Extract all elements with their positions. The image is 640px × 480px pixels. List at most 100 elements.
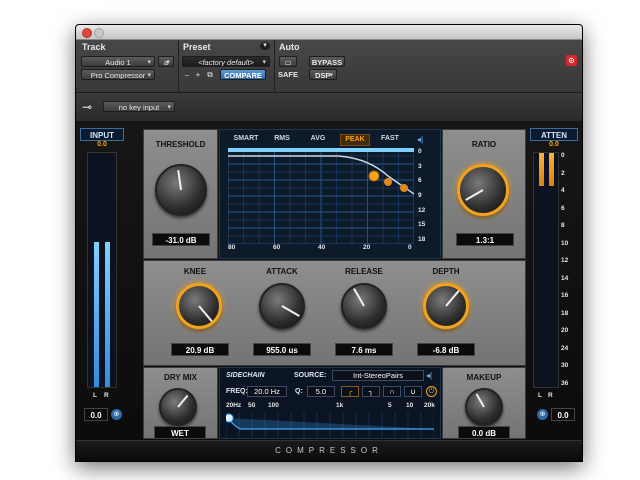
preset-selector[interactable]: <factory default> <box>182 56 270 67</box>
depth-value[interactable]: -6.8 dB <box>417 343 475 356</box>
makeup-knob[interactable] <box>465 388 503 426</box>
dry-mix-value[interactable]: WET <box>154 426 206 439</box>
graph-y-tick: 12 <box>418 206 426 214</box>
knee-knob-pointer <box>198 305 213 322</box>
preset-label: Preset <box>183 42 211 52</box>
knee-value[interactable]: 20.9 dB <box>171 343 229 356</box>
track-selector[interactable]: Audio 1 <box>81 56 155 67</box>
key-input-selector[interactable]: no key input <box>103 101 175 112</box>
release-knob[interactable] <box>341 283 387 329</box>
knee-handle-1[interactable] <box>384 178 392 186</box>
sidechain-freq-handle[interactable] <box>226 413 234 423</box>
attack-knob[interactable] <box>259 283 305 329</box>
sidechain-title: SIDECHAIN <box>226 372 265 379</box>
makeup-knob-pointer <box>475 393 485 408</box>
depth-knob[interactable] <box>423 283 469 329</box>
track-channel-selector[interactable]: a <box>158 56 174 67</box>
knee-label: KNEE <box>183 267 207 276</box>
input-peak-value: 0.0 <box>97 141 107 148</box>
mode-fast-button[interactable]: FAST <box>376 134 404 144</box>
dry-mix-knob[interactable] <box>159 388 197 426</box>
release-knob-pointer <box>353 288 365 307</box>
atten-scale-tick: 10 <box>561 239 569 247</box>
atten-scale-tick: 14 <box>561 274 569 282</box>
ratio-knob[interactable] <box>457 164 509 216</box>
mode-smart-button[interactable]: SMART <box>232 134 260 144</box>
input-value-readout[interactable]: 0.0 <box>84 408 108 421</box>
atten-left-channel-label: L <box>538 392 542 399</box>
sidechain-options-icon[interactable]: ◂| <box>426 371 432 380</box>
atten-scale-tick: 24 <box>561 344 569 352</box>
atten-value-readout[interactable]: 0.0 <box>551 408 575 421</box>
plugin-window: Track Preset ▾ Auto Audio 1 a Pro Compre… <box>75 24 583 462</box>
atten-scale-tick: 20 <box>561 327 569 335</box>
mode-peak-button[interactable]: PEAK <box>340 134 370 146</box>
auto-window-icon[interactable]: ▭ <box>279 56 297 67</box>
mode-avg-button[interactable]: AVG <box>304 134 332 144</box>
atten-scale-tick: 0 <box>561 152 565 159</box>
graph-y-tick: 6 <box>418 177 422 185</box>
bypass-button[interactable]: BYPASS <box>309 56 345 67</box>
graph-x-tick: 60 <box>273 244 281 251</box>
dry-mix-label: DRY MIX <box>164 373 197 382</box>
preset-plus-button[interactable]: + <box>193 69 203 80</box>
release-value[interactable]: 7.6 ms <box>335 343 393 356</box>
ratio-value[interactable]: 1.3:1 <box>456 233 514 246</box>
minimize-window-button[interactable] <box>94 28 104 38</box>
attack-label: ATTACK <box>266 267 298 276</box>
knee-knob[interactable] <box>176 283 222 329</box>
filter-lowshelf-button[interactable]: ╮ <box>362 386 380 397</box>
transfer-curve-graph <box>228 148 414 244</box>
graph-options-icon[interactable]: ◂| <box>417 135 423 144</box>
filter-notch-button[interactable]: ∪ <box>404 386 422 397</box>
sidechain-frequency-scale: 20Hz 50 100 1k 5 10 20k <box>226 402 436 411</box>
plugin-logo-icon: ⊙ <box>566 55 577 66</box>
input-left-channel-label: L <box>93 392 97 399</box>
atten-scale-tick: 30 <box>561 362 569 370</box>
dsp-selector[interactable]: DSP <box>309 69 337 80</box>
auto-label: Auto <box>279 42 300 52</box>
atten-scale: 0 2 4 6 8 10 12 14 16 18 20 24 30 36 <box>561 152 577 388</box>
q-value[interactable]: 5.0 <box>307 386 335 397</box>
graph-x-tick: 20 <box>363 244 371 251</box>
freq-value[interactable]: 20.0 Hz <box>247 386 287 397</box>
threshold-panel: THRESHOLD -31.0 dB <box>143 129 218 259</box>
source-selector[interactable]: Int-StereoPairs <box>332 370 424 381</box>
graph-x-tick: 0 <box>408 244 412 251</box>
threshold-handle[interactable] <box>368 170 380 182</box>
key-icon: ⊸ <box>82 100 93 114</box>
product-name-footer: COMPRESSOR <box>76 440 582 461</box>
compare-button[interactable]: COMPARE <box>220 69 266 80</box>
graph-y-axis: 0 3 6 9 12 15 18 <box>416 148 436 244</box>
release-label: RELEASE <box>345 267 383 276</box>
atten-link-icon[interactable]: ⊕ <box>537 409 548 420</box>
header-divider-2 <box>274 40 275 92</box>
atten-peak-value: 0.0 <box>549 141 559 148</box>
filter-bandpass-button[interactable]: ∩ <box>383 386 401 397</box>
input-link-icon[interactable]: ⊕ <box>111 409 122 420</box>
depth-knob-pointer <box>445 290 460 307</box>
preset-minus-button[interactable]: – <box>182 69 192 80</box>
makeup-value[interactable]: 0.0 dB <box>458 426 510 439</box>
threshold-knob-pointer <box>177 170 182 191</box>
safe-button[interactable]: SAFE <box>276 69 300 80</box>
level-band <box>228 148 414 152</box>
threshold-knob[interactable] <box>155 164 207 216</box>
sidechain-freq-tick: 20k <box>424 402 435 409</box>
close-window-button[interactable] <box>82 28 92 38</box>
sidechain-power-icon[interactable]: ⏻ <box>426 386 437 397</box>
threshold-value[interactable]: -31.0 dB <box>152 233 210 246</box>
detection-mode-bar: SMART RMS AVG PEAK FAST <box>220 130 440 148</box>
preset-menu-button[interactable]: ▾ <box>260 42 270 50</box>
depth-label: DEPTH <box>432 267 460 276</box>
input-meter-right-bar <box>105 241 110 387</box>
filter-highpass-button[interactable]: ╭ <box>341 386 359 397</box>
copy-preset-icon[interactable]: ⧉ <box>204 69 216 80</box>
mode-rms-button[interactable]: RMS <box>268 134 296 144</box>
knee-handle-2[interactable] <box>400 184 408 192</box>
plugin-selector[interactable]: Pro Compressor <box>81 69 155 80</box>
makeup-label: MAKEUP <box>466 373 502 382</box>
atten-right-channel-label: R <box>548 392 553 399</box>
attack-value[interactable]: 955.0 us <box>253 343 311 356</box>
dry-mix-panel: DRY MIX WET <box>143 367 218 439</box>
